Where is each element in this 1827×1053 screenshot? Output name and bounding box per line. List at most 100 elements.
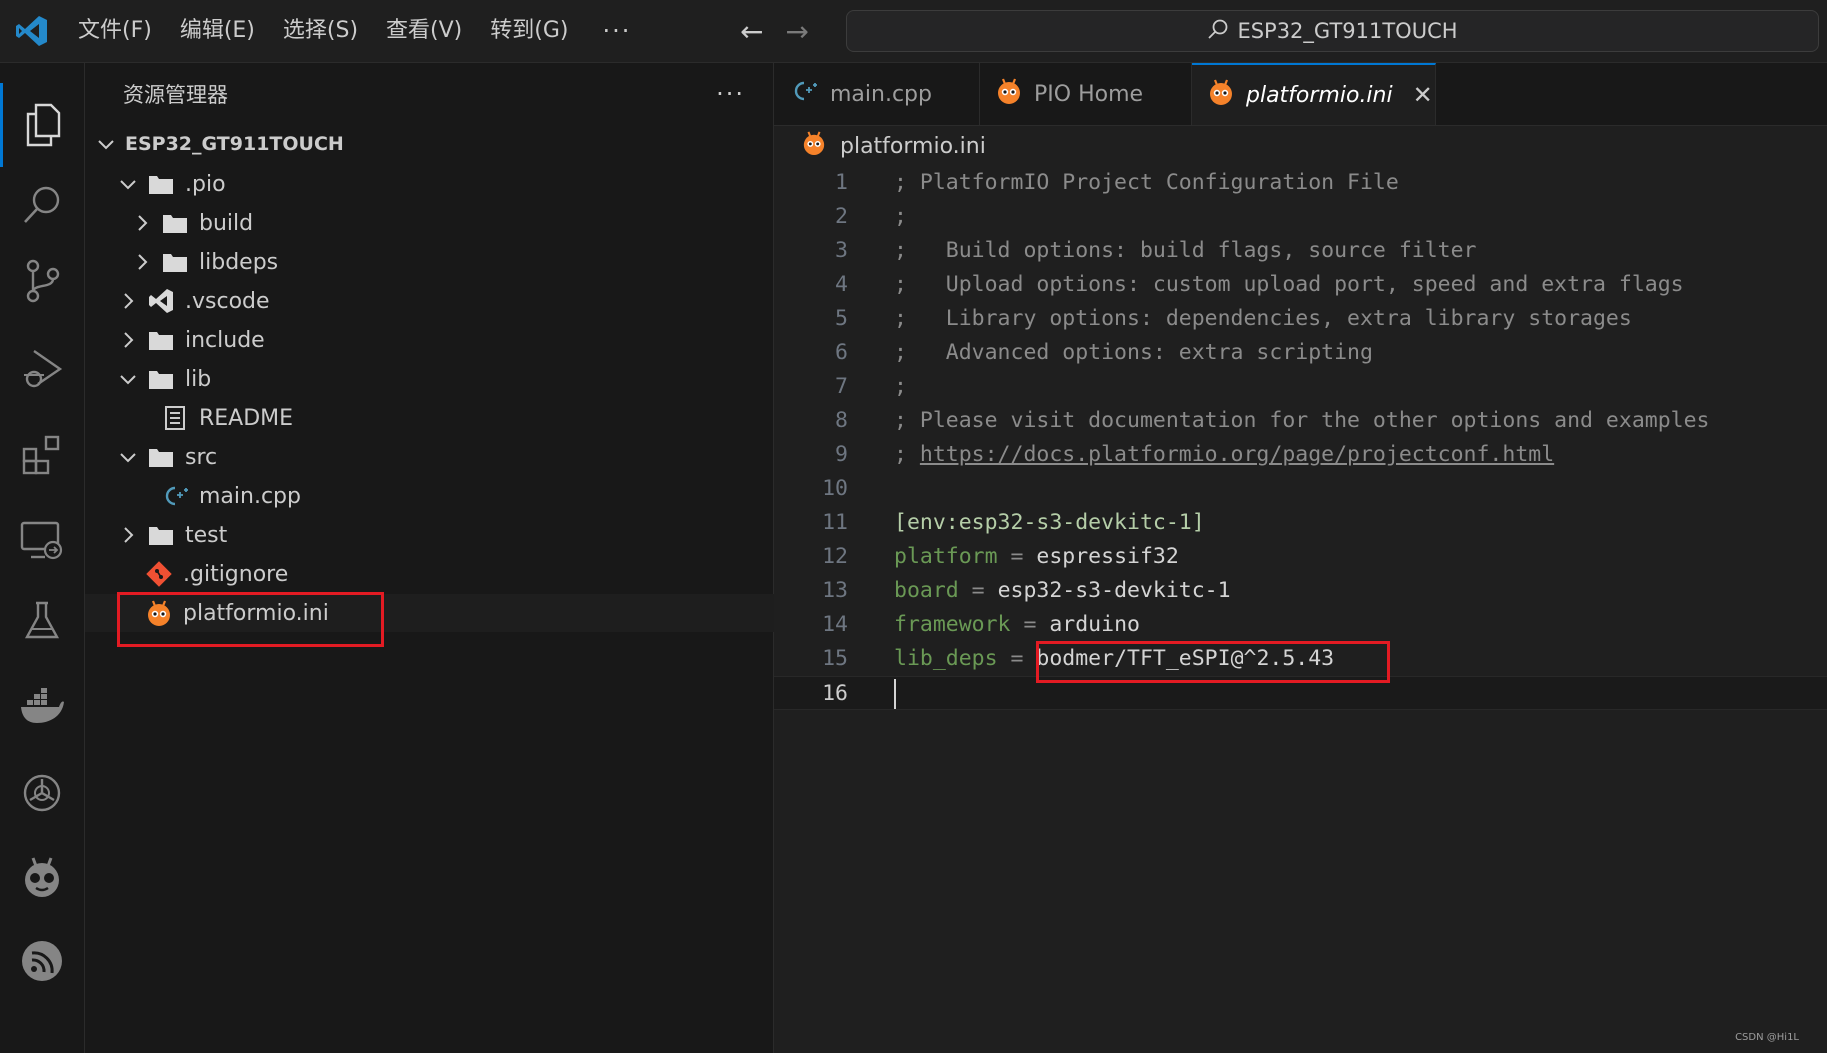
- tab-main-cpp[interactable]: main.cpp: [774, 63, 980, 125]
- watermark: CSDN @Hi1L: [1735, 1032, 1799, 1043]
- menu-go[interactable]: 转到(G): [476, 0, 582, 62]
- code-line: 13 board = esp32-s3-devkitc-1: [822, 578, 1231, 603]
- explorer-icon[interactable]: [0, 83, 84, 167]
- chevron-down-icon: [117, 173, 139, 195]
- code-line: 1; PlatformIO Project Configuration File: [835, 170, 1399, 195]
- platformio-icon[interactable]: [0, 835, 84, 919]
- docs-link[interactable]: https://docs.platformio.org/page/project…: [920, 442, 1554, 467]
- remote-explorer-icon[interactable]: [0, 499, 84, 583]
- code-line: 10: [822, 476, 848, 501]
- search-icon[interactable]: [0, 163, 84, 247]
- chevron-down-icon: [117, 368, 139, 390]
- tree-item-label: README: [199, 405, 294, 431]
- code-line: 8; Please visit documentation for the ot…: [835, 408, 1710, 433]
- back-arrow-icon[interactable]: ←: [740, 15, 763, 48]
- run-debug-icon[interactable]: [0, 327, 84, 411]
- chevron-down-icon: [95, 133, 117, 155]
- folder-icon: [161, 209, 189, 237]
- code-line: 6; Advanced options: extra scripting: [835, 340, 1373, 365]
- code-line: 9; https://docs.platformio.org/page/proj…: [835, 442, 1555, 467]
- tree-item-label: .pio: [185, 171, 226, 197]
- tab-pio-home[interactable]: PIO Home: [980, 63, 1192, 125]
- code-line: 5; Library options: dependencies, extra …: [835, 306, 1632, 331]
- folder-icon: [147, 521, 175, 549]
- explorer-more-button[interactable]: ···: [716, 80, 745, 108]
- docker-icon[interactable]: [0, 665, 84, 749]
- tree-item-label: main.cpp: [199, 483, 301, 509]
- git-file-icon: [145, 560, 173, 588]
- menu-view[interactable]: 查看(V): [372, 0, 476, 62]
- menu-selection[interactable]: 选择(S): [269, 0, 372, 62]
- cpp-file-icon: [161, 482, 189, 510]
- menu-edit[interactable]: 编辑(E): [166, 0, 269, 62]
- close-icon[interactable]: ✕: [1413, 81, 1433, 109]
- code-line: 3; Build options: build flags, source fi…: [835, 238, 1477, 263]
- platformio-file-icon: [1208, 78, 1234, 112]
- tree-item-label: build: [199, 210, 254, 236]
- chevron-right-icon: [131, 251, 153, 273]
- tree-item-build[interactable]: build: [85, 204, 819, 242]
- chevron-right-icon: [117, 329, 139, 351]
- tab-label: platformio.ini: [1246, 82, 1393, 108]
- espressif-icon[interactable]: [0, 919, 84, 1003]
- tree-item-libdeps[interactable]: libdeps: [85, 243, 819, 281]
- explorer-title: 资源管理器: [123, 83, 228, 107]
- code-editor[interactable]: 1; PlatformIO Project Configuration File…: [774, 166, 1827, 1053]
- ai-chat-icon[interactable]: [0, 751, 84, 835]
- breadcrumb-file[interactable]: platformio.ini: [840, 134, 986, 159]
- tree-item-label: libdeps: [199, 249, 279, 275]
- explorer-sidebar: 资源管理器 ··· ESP32_GT911TOUCH .pio build li…: [85, 63, 833, 1053]
- code-line: 12 platform = espressif32: [822, 544, 1179, 569]
- command-center-label: ESP32_GT911TOUCH: [1237, 19, 1458, 43]
- vscode-logo-icon: [0, 0, 64, 62]
- folder-icon: [147, 443, 175, 471]
- tree-item-vscode[interactable]: .vscode: [85, 282, 805, 320]
- code-line: 11 [env:esp32-s3-devkitc-1]: [822, 510, 1205, 535]
- tree-item-pio[interactable]: .pio: [85, 165, 805, 203]
- tree-item-lib[interactable]: lib: [85, 360, 805, 398]
- code-line: 7;: [835, 374, 907, 399]
- code-line: 14 framework = arduino: [822, 612, 1140, 637]
- activity-bar: [0, 63, 85, 1053]
- explorer-header: 资源管理器 ···: [85, 63, 773, 125]
- tree-item-label: test: [185, 522, 228, 548]
- command-center-search[interactable]: ESP32_GT911TOUCH: [846, 10, 1819, 52]
- forward-arrow-icon[interactable]: →: [785, 15, 808, 48]
- folder-icon: [147, 170, 175, 198]
- folder-icon: [147, 365, 175, 393]
- tree-item-src[interactable]: src: [85, 438, 805, 476]
- title-bar: 文件(F) 编辑(E) 选择(S) 查看(V) 转到(G) ··· ← → ES…: [0, 0, 1827, 63]
- tree-item-label: lib: [185, 366, 212, 392]
- editor-tabs: main.cpp PIO Home platformio.ini ✕: [774, 63, 1827, 126]
- chevron-down-icon: [117, 446, 139, 468]
- code-line: 2;: [835, 204, 907, 229]
- tab-label: main.cpp: [830, 81, 932, 107]
- tree-item-main-cpp[interactable]: main.cpp: [85, 477, 849, 515]
- tree-item-label: .gitignore: [183, 561, 289, 587]
- chevron-right-icon: [117, 524, 139, 546]
- cpp-file-icon: [790, 78, 818, 110]
- tab-platformio-ini[interactable]: platformio.ini ✕: [1192, 63, 1436, 125]
- tree-item-include[interactable]: include: [85, 321, 805, 359]
- tree-item-label: .vscode: [185, 288, 270, 314]
- source-control-icon[interactable]: [0, 239, 84, 323]
- navigation-controls: ← →: [740, 0, 809, 62]
- tree-item-test[interactable]: test: [85, 516, 805, 554]
- menu-more-button[interactable]: ···: [582, 17, 651, 45]
- platformio-file-icon: [996, 77, 1022, 111]
- tab-label: PIO Home: [1034, 81, 1144, 107]
- extensions-icon[interactable]: [0, 413, 84, 497]
- menu-file[interactable]: 文件(F): [64, 0, 166, 62]
- platformio-file-icon: [802, 130, 826, 162]
- vscode-folder-icon: [147, 287, 175, 315]
- testing-icon[interactable]: [0, 579, 84, 663]
- tree-root-folder[interactable]: ESP32_GT911TOUCH: [85, 125, 783, 163]
- tree-item-readme[interactable]: README: [85, 399, 849, 437]
- breadcrumb: platformio.ini: [774, 126, 1827, 166]
- tree-item-gitignore[interactable]: .gitignore: [85, 555, 833, 593]
- annotation-highlight-box: [117, 592, 384, 647]
- chevron-right-icon: [131, 212, 153, 234]
- text-file-icon: [161, 404, 189, 432]
- search-icon: [1207, 18, 1229, 45]
- tree-root-label: ESP32_GT911TOUCH: [125, 133, 344, 155]
